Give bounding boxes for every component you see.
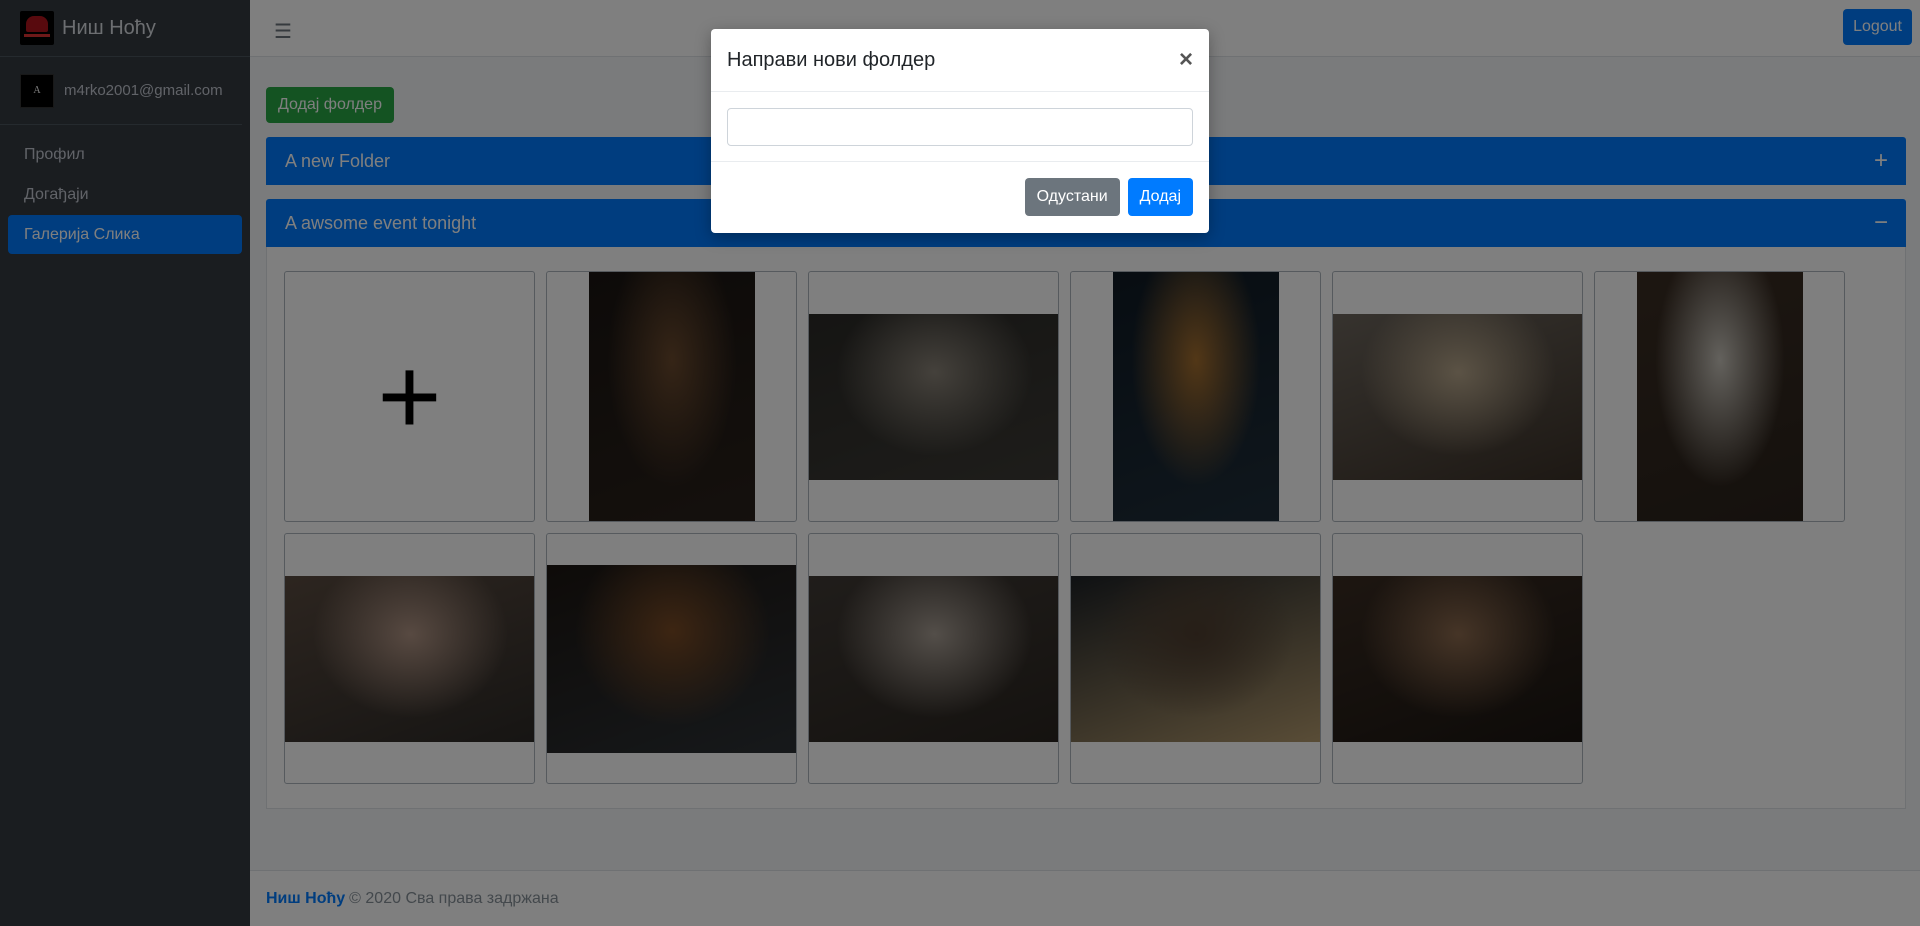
close-icon[interactable]: ×	[1179, 46, 1193, 74]
modal-footer: Одустани Додај	[711, 162, 1209, 232]
add-button[interactable]: Додај	[1127, 178, 1193, 216]
cancel-button[interactable]: Одустани	[1024, 178, 1120, 216]
modal-title: Направи нови фолдер	[727, 48, 936, 71]
modal-body	[711, 92, 1209, 162]
modal-header: Направи нови фолдер ×	[711, 29, 1209, 92]
new-folder-modal: Направи нови фолдер × Одустани Додај	[711, 29, 1209, 233]
folder-name-input[interactable]	[727, 108, 1193, 146]
